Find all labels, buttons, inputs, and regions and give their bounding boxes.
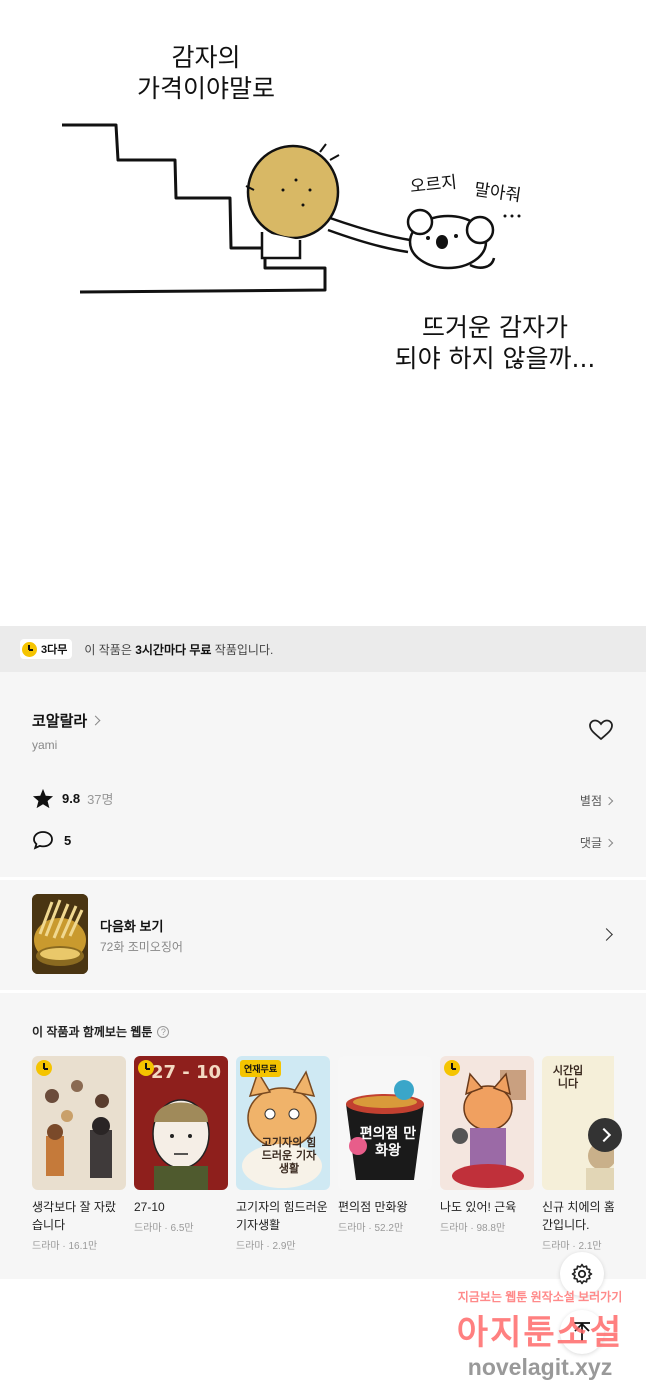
comic-panel: 감자의 가격이야말로 오르지 말아줘 뜨거운 감자가 되야 하지 않을까...: [0, 0, 646, 625]
recommend-card-title: 나도 있어! 근육: [440, 1200, 517, 1214]
rating-link[interactable]: 별점: [579, 792, 614, 809]
recommend-section: 이 작품과 함께보는 웹툰 ? 생각보다 잘 자랐습니다 드라마 · 16.1만: [0, 993, 646, 1279]
comment-row: 5: [32, 830, 71, 850]
carousel-next-button[interactable]: [588, 1118, 622, 1152]
watermark-line-2: 아지툰소설: [456, 1314, 624, 1352]
recommend-card-meta: 드라마 · 2.1만: [542, 1241, 602, 1252]
recommend-list: 생각보다 잘 자랐습니다 드라마 · 16.1만 27 - 10 27-10 드…: [32, 1056, 614, 1266]
recommend-cover: [440, 1056, 534, 1190]
next-episode-subtitle: 72화 조미오징어: [100, 940, 183, 954]
recommend-cover-title: 27 - 10: [150, 1062, 222, 1083]
recommend-cover: 편의점 만화왕: [338, 1056, 432, 1190]
recommend-card-meta: 드라마 · 16.1만: [32, 1241, 98, 1252]
free-text-pre: 이 작품은: [84, 642, 136, 657]
comment-count: 5: [64, 832, 72, 848]
chevron-right-icon: [90, 715, 101, 726]
recommend-card[interactable]: 나도 있어! 근육 드라마 · 98.8만: [440, 1056, 534, 1234]
gear-icon: [571, 1263, 593, 1285]
wait-free-icon: [444, 1060, 460, 1076]
recommend-cover-title: 고기자의 힘드러운 기자생활: [261, 1136, 317, 1175]
rating-link-label: 별점: [579, 794, 602, 808]
comment-link[interactable]: 댓글: [579, 834, 614, 851]
recommend-cover: 27 - 10: [134, 1056, 228, 1190]
free-text-post: 작품입니다.: [211, 642, 274, 657]
free-banner: 3다무 이 작품은 3시간마다 무료 작품입니다.: [0, 626, 646, 672]
recommend-card-meta: 드라마 · 52.2만: [338, 1223, 404, 1234]
star-icon: [32, 788, 54, 809]
recommend-card-meta: 드라마 · 6.5만: [134, 1223, 194, 1234]
serial-free-badge: 연재무료: [240, 1060, 282, 1077]
chevron-right-icon: [600, 928, 613, 941]
recommend-heading: 이 작품과 함께보는 웹툰 ?: [32, 1023, 170, 1040]
free-text-bold: 3시간마다 무료: [135, 642, 212, 657]
clock-icon: [22, 641, 37, 657]
rating-score: 9.8: [62, 791, 81, 806]
recommend-cover: [32, 1056, 126, 1190]
recommend-card-title: 편의점 만화왕: [338, 1200, 408, 1214]
comic-koala-speech-2: 말아줘: [472, 179, 523, 207]
heart-icon[interactable]: [588, 718, 614, 742]
recommend-card-meta: 드라마 · 98.8만: [440, 1223, 506, 1234]
next-episode-label: 다음화 보기: [100, 919, 164, 934]
recommend-card[interactable]: 생각보다 잘 자랐습니다 드라마 · 16.1만: [32, 1056, 126, 1252]
recommend-card-title: 고기자의 힘드러운 기자생활: [236, 1200, 328, 1232]
wait-free-icon: [36, 1060, 52, 1076]
recommend-card[interactable]: 고기자의 힘드러운 기자생활 연재무료 고기자의 힘드러운 기자생활 드라마 ·…: [236, 1056, 330, 1252]
chevron-right-icon: [604, 796, 614, 805]
rating-count: 37명: [87, 792, 114, 807]
watermark: 지금보는 웹툰 원작소설 보러가기 아지툰소설 novelagit.xyz: [440, 1288, 640, 1381]
recommend-cover-title: 편의점 만화왕: [359, 1126, 417, 1159]
chevron-right-icon: [604, 838, 614, 847]
comic-caption-bottom: 뜨거운 감자가 되야 하지 않을까...: [394, 313, 596, 373]
wait-free-icon: [138, 1060, 154, 1076]
recommend-cover-title: 시간입니다: [552, 1064, 584, 1090]
free-banner-text: 이 작품은 3시간마다 무료 작품입니다.: [84, 641, 273, 658]
recommend-cover: 고기자의 힘드러운 기자생활 연재무료: [236, 1056, 330, 1190]
recommend-card-title: 생각보다 잘 자랐습니다: [32, 1200, 116, 1232]
rating-row: 9.8 37명: [32, 788, 114, 809]
next-episode-section[interactable]: 다음화 보기 72화 조미오징어: [0, 880, 646, 990]
recommend-card[interactable]: 편의점 만화왕 편의점 만화왕 드라마 · 52.2만: [338, 1056, 432, 1234]
recommend-card-meta: 드라마 · 2.9만: [236, 1241, 296, 1252]
watermark-line-1: 지금보는 웹툰 원작소설 보러가기: [457, 1290, 623, 1304]
series-info-section: 코알랄라 yami 9.8 37명 별점 5 댓글: [0, 672, 646, 877]
recommend-card-title: 신규 치에의 홈 시간입니다.: [542, 1200, 614, 1232]
comic-koala-speech-1: 오르지: [409, 172, 458, 198]
series-author: yami: [32, 738, 58, 752]
comic-caption-top: 감자의 가격이야말로: [136, 43, 275, 103]
comment-bubble-icon: [33, 831, 53, 850]
wait-free-badge-label: 3다무: [41, 644, 68, 656]
series-title-link[interactable]: 코알랄라: [32, 710, 101, 731]
recommend-card[interactable]: 27 - 10 27-10 드라마 · 6.5만: [134, 1056, 228, 1234]
recommend-card[interactable]: 시간입니다 신규 치에의 홈 시간입니다. 드라마 · 2.1만: [542, 1056, 614, 1252]
wait-free-badge: 3다무: [20, 639, 73, 659]
watermark-line-3: novelagit.xyz: [467, 1354, 613, 1380]
next-episode-thumbnail: [32, 894, 88, 974]
comment-link-label: 댓글: [579, 836, 602, 850]
series-title: 코알랄라: [32, 713, 88, 730]
help-icon[interactable]: ?: [157, 1025, 170, 1038]
recommend-card-title: 27-10: [134, 1200, 165, 1214]
recommend-heading-text: 이 작품과 함께보는 웹툰: [32, 1025, 153, 1039]
